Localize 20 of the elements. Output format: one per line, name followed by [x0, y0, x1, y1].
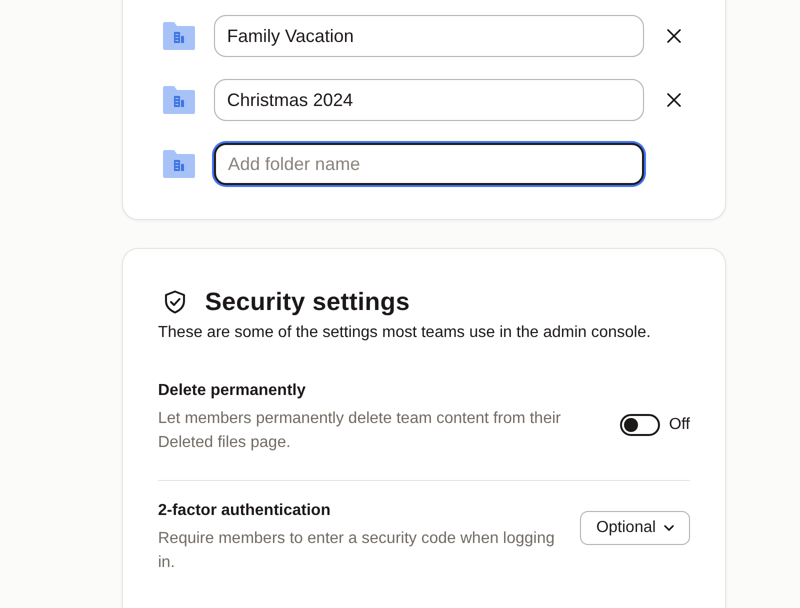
shield-check-icon: [164, 290, 186, 314]
toggle-state-label: Off: [668, 415, 690, 435]
setting-title: Delete permanently: [158, 381, 307, 401]
folder-icon: [163, 86, 195, 114]
toggle-switch[interactable]: [620, 414, 660, 436]
folder-icon: [163, 150, 195, 178]
folder-name-field[interactable]: Christmas 2024: [214, 79, 644, 121]
folder-name-field[interactable]: Family Vacation: [214, 15, 644, 57]
folder-icon: [163, 22, 195, 50]
setting-description: Let members permanently delete team content from their Deleted files page.: [158, 409, 562, 453]
folder-name-field[interactable]: Add folder name: [214, 143, 644, 185]
setting-description: Require members to enter a security code when logging in.: [158, 529, 556, 573]
toggle-knob-icon: [624, 418, 638, 432]
section-description: These are some of the settings most teams use in the admin console.: [158, 323, 652, 343]
section-title: Security settings: [205, 287, 410, 317]
option-dropdown[interactable]: Optional: [580, 511, 690, 545]
setting-title: 2-factor authentication: [158, 501, 332, 521]
close-icon: [667, 93, 681, 107]
chevron-down-icon: [664, 525, 674, 531]
close-icon: [667, 29, 681, 43]
